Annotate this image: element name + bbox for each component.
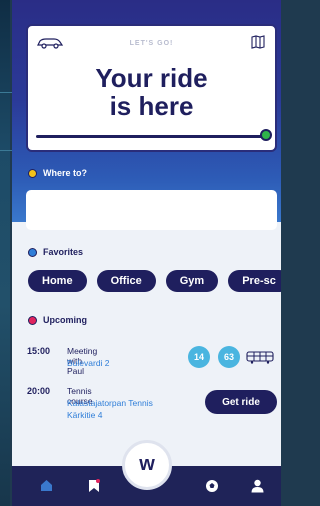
- tram-icon: [246, 350, 274, 369]
- background-divider: [0, 150, 12, 151]
- football-icon[interactable]: [205, 479, 219, 498]
- upcoming-text: Upcoming: [43, 315, 87, 325]
- get-ride-button[interactable]: Get ride: [205, 390, 277, 414]
- bus-line-badge: 63: [218, 346, 240, 368]
- bookmark-icon[interactable]: [88, 479, 100, 498]
- background-panel: [0, 0, 10, 506]
- red-dot-icon: [28, 315, 37, 325]
- favorites-text: Favorites: [43, 247, 84, 257]
- home-icon[interactable]: [40, 479, 53, 497]
- event-time: 20:00: [27, 386, 51, 396]
- ride-status-card: LET'S GO! Your ride is here: [26, 24, 277, 152]
- profile-icon[interactable]: [251, 479, 264, 498]
- favorite-chip-gym[interactable]: Gym: [165, 270, 219, 292]
- blue-dot-icon: [28, 247, 37, 257]
- bus-line-badge: 14: [188, 346, 210, 368]
- yellow-dot-icon: [28, 168, 37, 178]
- logo-w-button[interactable]: w: [122, 440, 172, 490]
- map-icon[interactable]: [251, 35, 265, 54]
- subtitle-text: LET'S GO!: [129, 40, 174, 47]
- upcoming-label: Upcoming: [28, 315, 87, 325]
- where-to-text: Where to?: [43, 168, 87, 178]
- ride-progress-bar: [36, 135, 265, 138]
- event-location: Bulevardi 2: [67, 358, 110, 368]
- favorites-list: Home Office Gym Pre-sc: [28, 270, 281, 292]
- favorites-label: Favorites: [28, 247, 83, 257]
- app-screen: LET'S GO! Your ride is here Where to? Fa…: [12, 0, 281, 506]
- destination-input[interactable]: [26, 190, 277, 230]
- favorite-chip-office[interactable]: Office: [96, 270, 156, 292]
- logo-w-text: w: [139, 452, 155, 475]
- ride-progress-marker: [260, 129, 272, 141]
- hero-title: Your ride is here: [95, 63, 208, 121]
- where-to-label: Where to?: [28, 168, 87, 178]
- favorite-chip-home[interactable]: Home: [28, 270, 87, 292]
- background-divider: [0, 92, 12, 93]
- event-location: Kalastajatorpan Tennis Kärkitie 4: [67, 398, 153, 420]
- favorite-chip-pre-school[interactable]: Pre-sc: [228, 270, 281, 292]
- event-time: 15:00: [27, 346, 51, 356]
